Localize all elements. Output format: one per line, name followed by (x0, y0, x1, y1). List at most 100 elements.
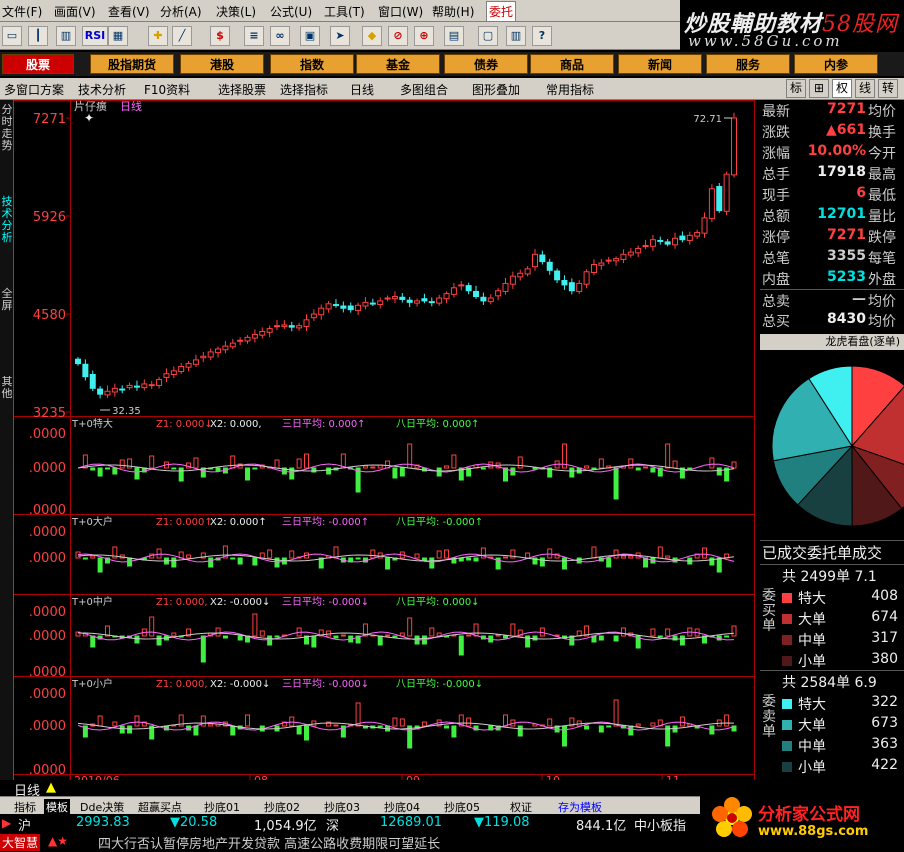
window-icon[interactable]: ▢ (478, 26, 498, 46)
left-nav-item-2[interactable]: 全屏 (0, 288, 14, 312)
cross-icon[interactable]: ✚ (148, 26, 168, 46)
left-nav-item-0[interactable]: 分时走势 (0, 104, 14, 152)
function-item-6[interactable]: 多图组合 (400, 81, 448, 98)
template-tab-1[interactable]: 模板 (44, 799, 70, 815)
template-tab-10[interactable]: 存为模板 (558, 799, 602, 815)
indicator-bar (517, 456, 523, 469)
dollar-icon[interactable]: $ (210, 26, 230, 46)
grid-icon[interactable]: ▦ (108, 26, 128, 46)
indicator-bar (731, 625, 737, 637)
function-item-0[interactable]: 多窗口方案 (4, 81, 64, 98)
binoculars-icon[interactable]: ∞ (270, 26, 290, 46)
template-tab-3[interactable]: 超赢买点 (138, 799, 182, 815)
indicator-bar (584, 465, 590, 469)
indicator-m3: 三日平均: 0.000↑ (282, 418, 366, 430)
quote-label-right: 换手 (868, 125, 896, 141)
menu-item-3[interactable]: 分析(A) (160, 3, 202, 20)
news-ticker[interactable]: 四大行否认暂停房地产开发贷款 高速公路收费期限可望延长 (98, 833, 440, 852)
rsi-icon[interactable]: RSI (82, 26, 108, 46)
template-tab-8[interactable]: 抄底05 (444, 799, 480, 815)
candle (723, 171, 730, 216)
indicator-axis-tick: .0000 (29, 605, 66, 620)
template-tab-2[interactable]: Dde决策 (80, 799, 124, 815)
function-item-5[interactable]: 日线 (350, 81, 374, 98)
indicator-bar (267, 549, 273, 559)
book-icon[interactable]: ▥ (506, 26, 526, 46)
template-tab-6[interactable]: 抄底03 (324, 799, 360, 815)
no-icon[interactable]: ⊘ (388, 26, 408, 46)
template-tab-5[interactable]: 抄底02 (264, 799, 300, 815)
category-3[interactable]: 指数 (270, 54, 354, 74)
menu-item-5[interactable]: 公式(U) (270, 3, 312, 20)
toggle-0[interactable]: 标 (786, 79, 806, 98)
category-6[interactable]: 商品 (530, 54, 614, 74)
menu-item-9[interactable]: 委托 (486, 1, 517, 22)
toggle-2[interactable]: 权 (832, 79, 852, 98)
menu-item-6[interactable]: 工具(T) (324, 3, 365, 20)
list-icon[interactable]: ≡ (244, 26, 264, 46)
menu-item-0[interactable]: 文件(F) (2, 3, 42, 20)
board-index[interactable]: 中小板指 (634, 815, 686, 834)
menu-item-4[interactable]: 决策(L) (216, 3, 256, 20)
left-nav-item-1[interactable]: 技术分析 (0, 196, 14, 244)
indicator-bar (171, 467, 177, 470)
quote-value: 17918 (817, 164, 866, 180)
menu-item-8[interactable]: 帮助(H) (432, 3, 474, 20)
indicator-bar (591, 467, 597, 470)
logo-text: 分析家公式网 (758, 805, 860, 825)
left-nav-item-3[interactable]: 其他 (0, 376, 14, 400)
function-item-7[interactable]: 图形叠加 (472, 81, 520, 98)
candle-icon[interactable]: ┃ (28, 26, 48, 46)
quote-value: 10.00% (807, 143, 866, 159)
open-icon[interactable]: ▭ (2, 26, 22, 46)
link-icon[interactable]: ⊕ (414, 26, 434, 46)
menu-item-7[interactable]: 窗口(W) (378, 3, 423, 20)
function-item-4[interactable]: 选择指标 (280, 81, 328, 98)
toggle-1[interactable]: ⊞ (809, 79, 829, 98)
indicator-bar (200, 635, 206, 663)
category-1[interactable]: 股指期货 (90, 54, 174, 74)
triangle-icon[interactable]: ▲ (46, 780, 56, 795)
order-count: 322 (871, 694, 898, 710)
template-tab-0[interactable]: 指标 (14, 799, 36, 815)
pie-title[interactable]: 龙虎看盘(逐单) (760, 334, 904, 350)
function-item-1[interactable]: 技术分析 (78, 81, 126, 98)
function-item-2[interactable]: F10资料 (144, 81, 190, 98)
indicator-bar (274, 459, 280, 469)
menu-item-2[interactable]: 查看(V) (108, 3, 150, 20)
category-0[interactable]: 股票 (2, 54, 74, 74)
category-4[interactable]: 基金 (356, 54, 440, 74)
arrow-icon[interactable]: ➤ (330, 26, 350, 46)
quote-row: 总买 8430 均价 (760, 310, 904, 331)
indicator-bar (222, 635, 228, 639)
template-tab-9[interactable]: 权证 (510, 799, 532, 815)
chart-area[interactable]: 片仔癀 日线 ✦ 7271 5926 4580 3235 72.71 32.35 T+0特大 Z1:… (14, 99, 760, 787)
ruler-icon[interactable]: ╱ (172, 26, 192, 46)
doc-icon[interactable]: ▤ (444, 26, 464, 46)
function-item-3[interactable]: 选择股票 (218, 81, 266, 98)
indicator-bar (495, 634, 501, 637)
template-tab-4[interactable]: 抄底01 (204, 799, 240, 815)
diamond-icon[interactable]: ◆ (362, 26, 382, 46)
toggle-4[interactable]: 转 (878, 79, 898, 98)
toggle-3[interactable]: 线 (855, 79, 875, 98)
indicator-bar (267, 635, 273, 646)
function-item-8[interactable]: 常用指标 (546, 81, 594, 98)
category-9[interactable]: 内参 (794, 54, 878, 74)
category-7[interactable]: 新闻 (618, 54, 702, 74)
category-2[interactable]: 港股 (180, 54, 264, 74)
chip-icon[interactable]: ▣ (300, 26, 320, 46)
indicator-bar (193, 725, 199, 736)
category-5[interactable]: 债券 (444, 54, 528, 74)
chart-svg[interactable]: 片仔癀 日线✦727159264580323572.7132.35T+0特大 Z1:… (14, 99, 760, 787)
volume-icon[interactable]: ▥ (56, 26, 76, 46)
left-nav: 分时走势技术分析全屏其他 (0, 100, 14, 786)
category-8[interactable]: 服务 (706, 54, 790, 74)
help-icon[interactable]: ? (532, 26, 552, 46)
indicator-bar (561, 725, 567, 747)
indicator-bar (377, 725, 383, 728)
indicator-bar (525, 552, 531, 559)
indicator-bar (613, 635, 619, 642)
template-tab-7[interactable]: 抄底04 (384, 799, 420, 815)
menu-item-1[interactable]: 画面(V) (54, 3, 96, 20)
